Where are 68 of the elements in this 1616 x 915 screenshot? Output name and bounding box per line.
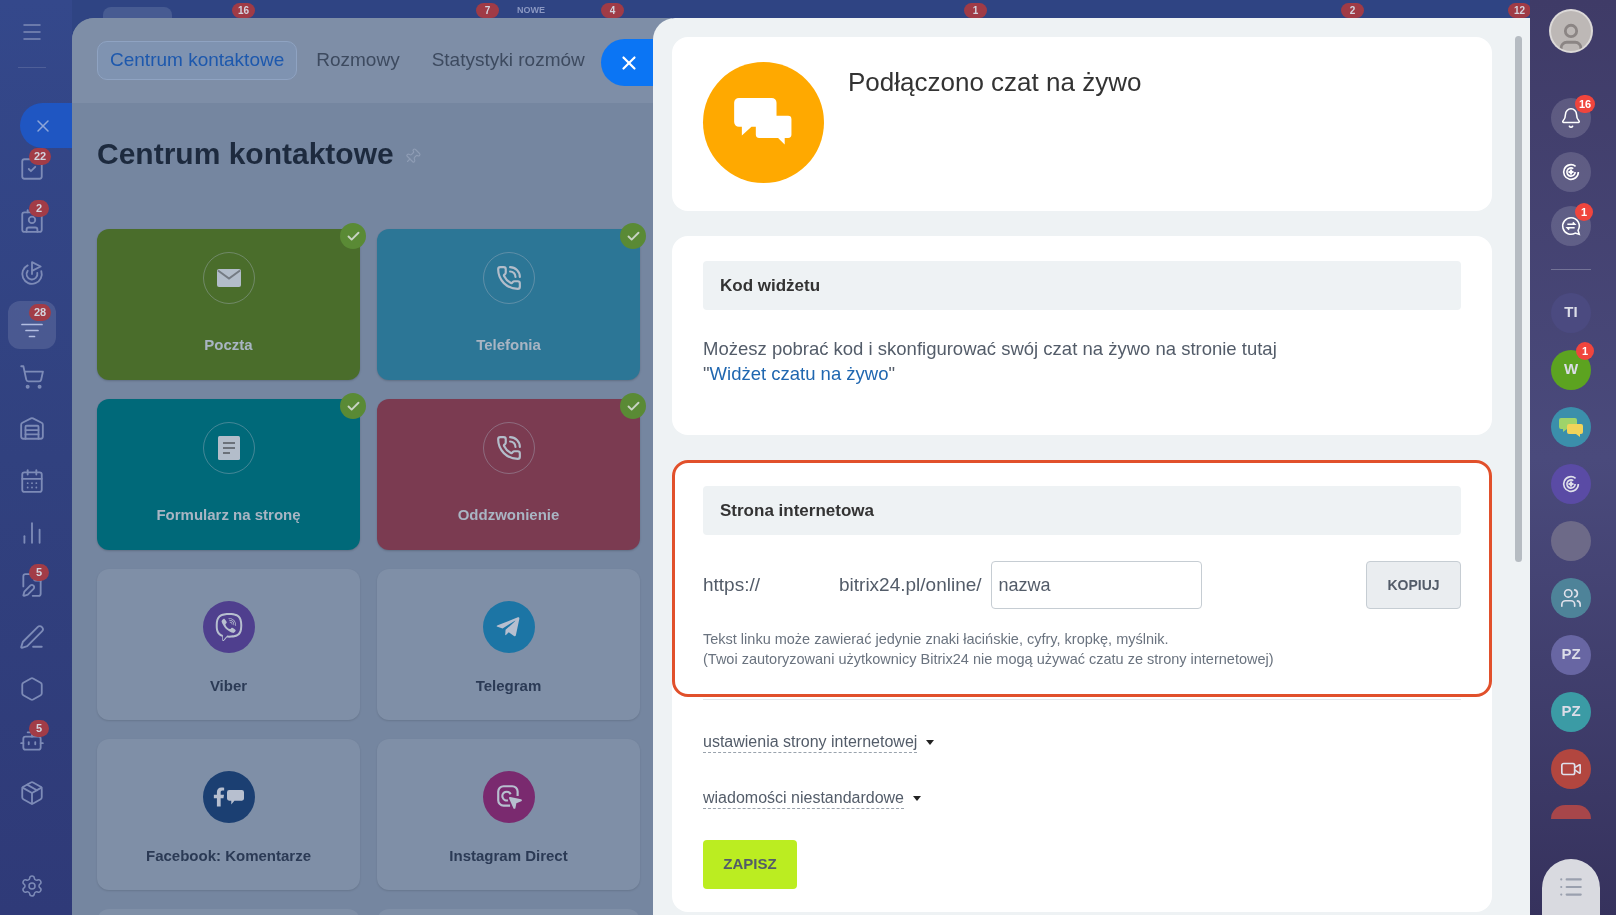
menu-tab-pill [103, 7, 172, 18]
close-button[interactable] [20, 103, 72, 148]
swirl-icon[interactable] [1551, 152, 1591, 192]
photo-placeholder[interactable] [1551, 520, 1591, 561]
channel-tile[interactable]: Telefonia [377, 229, 640, 380]
settings-toggle[interactable]: ustawienia strony internetowej [703, 730, 935, 754]
cart-icon[interactable] [19, 364, 45, 390]
count-badge: 2 [1341, 3, 1364, 18]
tab[interactable]: Statystyki rozmów [418, 41, 598, 80]
close-button[interactable] [601, 39, 653, 86]
initials-avatar[interactable]: PZ [1551, 634, 1591, 675]
channel-tile[interactable]: Telegram [377, 569, 640, 720]
tab[interactable]: Rozmowy [303, 41, 413, 80]
channel-tile[interactable]: Poczta [97, 229, 360, 380]
channel-tile[interactable]: Viber [97, 569, 360, 720]
count-badge: 2 [29, 200, 49, 217]
save-button[interactable]: ZAPISZ [703, 840, 797, 889]
hexagon-icon[interactable] [19, 676, 45, 702]
chat-avatar-icon[interactable] [1551, 805, 1591, 819]
count-badge: 1 [1576, 342, 1594, 360]
hint-text: Tekst linku może zawierać jedynie znaki łacińskie, cyfry, kropkę, myślnik. [703, 630, 1170, 649]
count-badge: 16 [232, 3, 255, 18]
funnel-icon[interactable] [21, 322, 43, 338]
initials-avatar[interactable]: TI [1551, 292, 1591, 333]
name-input[interactable]: nazwa [990, 561, 1202, 609]
initials-avatar[interactable]: PZ [1551, 691, 1591, 732]
chat-bubbles-icon[interactable] [1551, 406, 1591, 447]
pen-icon[interactable] [19, 624, 45, 650]
bell-icon[interactable] [1551, 98, 1591, 138]
url-prefix: https:// [703, 572, 762, 597]
count-badge: 16 [1575, 95, 1596, 113]
count-badge: 7 [476, 3, 499, 18]
channel-tile[interactable]: Formularz na stronę [97, 399, 360, 550]
copy-button[interactable]: KOPIUJ [1366, 561, 1461, 609]
section-heading: Kod widżetu [703, 261, 1461, 310]
widget-link[interactable]: Widżet czatu na żywo [709, 363, 889, 384]
swirl-icon[interactable] [1551, 463, 1591, 504]
count-badge: 5 [29, 720, 49, 737]
selected-item-highlight [8, 301, 56, 349]
channel-tile[interactable]: Facebook: Komentarze [97, 739, 360, 890]
list-menu-icon[interactable] [1542, 859, 1600, 915]
count-badge: 28 [29, 304, 52, 321]
tab[interactable]: Centrum kontaktowe [97, 41, 298, 80]
user-avatar[interactable] [1549, 9, 1593, 53]
target-icon[interactable] [19, 260, 45, 286]
count-badge: 12 [1508, 3, 1531, 18]
garage-icon[interactable] [19, 416, 45, 442]
count-badge: 4 [601, 3, 624, 18]
panel-title: Podłączono czat na żywo [848, 66, 1142, 99]
count-badge: 5 [29, 564, 49, 581]
settings-icon[interactable] [20, 874, 44, 898]
page-title: Centrum kontaktowe [97, 136, 394, 172]
widget-description: Możesz pobrać kod i skonfigurować swój czat na żywo na stronie tutaj "Widżet czatu na żywo" [703, 337, 1278, 386]
channel-tile[interactable]: Instagram Direct [377, 739, 640, 890]
settings-toggle[interactable]: wiadomości niestandardowe [703, 786, 921, 810]
calendar-icon[interactable] [19, 468, 45, 494]
url-domain: bitrix24.pl/online/ [839, 572, 982, 597]
count-badge: 22 [29, 148, 52, 165]
new-label: NOWE [516, 4, 546, 17]
count-badge: 1 [1575, 203, 1593, 221]
section-heading: Strona internetowa [703, 486, 1461, 535]
people-icon[interactable] [1551, 577, 1591, 618]
scrollbar-thumb[interactable] [1515, 36, 1522, 562]
box-icon[interactable] [19, 780, 45, 806]
channel-tile[interactable]: Oddzwonienie [377, 399, 640, 550]
hint-text: (Twoi zautoryzowani użytkownicy Bitrix24 nie mogą używać czatu ze strony internetowej) [703, 650, 1275, 669]
count-badge: 1 [964, 3, 987, 18]
video-camera-icon[interactable] [1551, 748, 1591, 789]
